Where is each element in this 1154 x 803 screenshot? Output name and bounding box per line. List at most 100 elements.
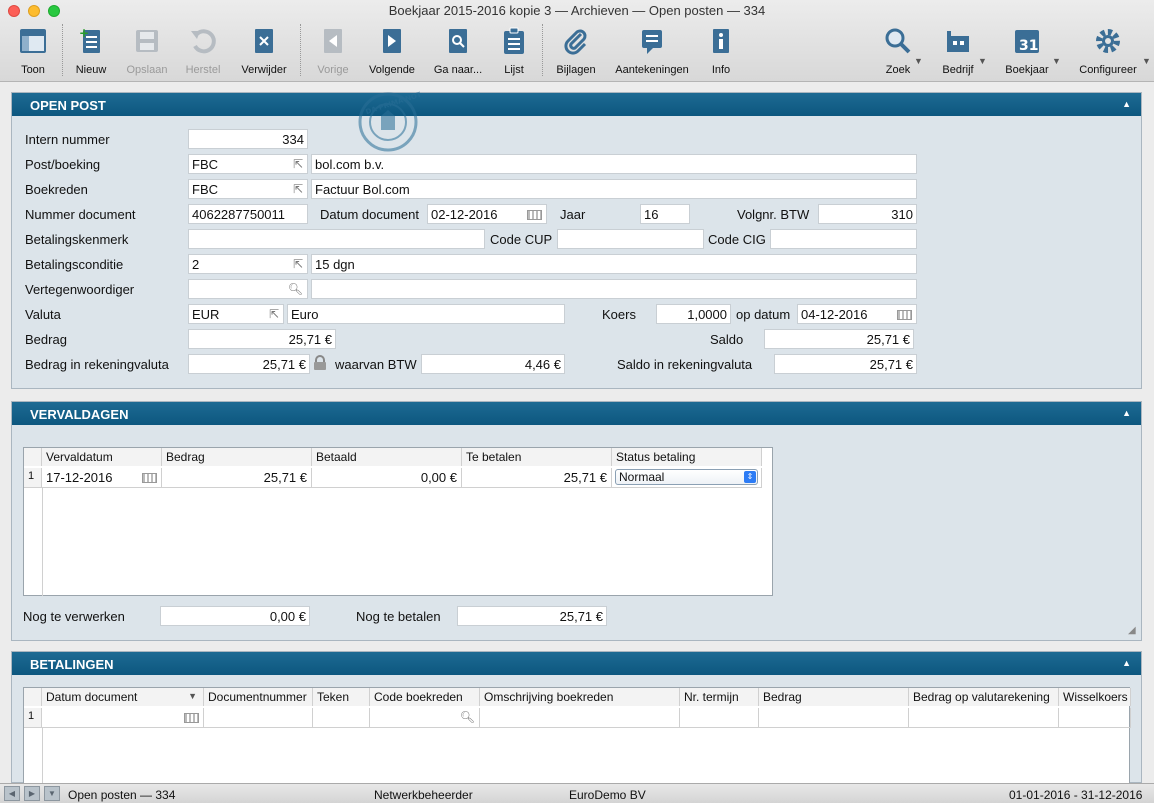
record-menu-icon[interactable]: ▼	[44, 786, 60, 801]
status-betaling-cell[interactable]: Normaal ⇕	[612, 468, 762, 488]
bijlagen-button[interactable]: Bijlagen	[552, 22, 600, 78]
code-cig-field[interactable]	[770, 229, 917, 249]
collapse-icon[interactable]: ▲	[1122, 658, 1131, 668]
betalingskenmerk-field[interactable]	[188, 229, 485, 249]
betalingsconditie-code-field[interactable]: 2 ⇱	[188, 254, 308, 274]
calendar-icon[interactable]	[184, 713, 199, 723]
te-betalen-cell[interactable]: 25,71 €	[462, 468, 612, 488]
op-datum-field[interactable]: 04-12-2016	[797, 304, 917, 324]
column-header[interactable]: Te betalen	[462, 448, 612, 466]
betalingen-header[interactable]: BETALINGEN ▲	[12, 652, 1141, 675]
calendar-icon[interactable]	[527, 210, 542, 220]
nr-termijn-cell[interactable]	[680, 708, 759, 728]
column-header[interactable]: Vervaldatum	[42, 448, 162, 466]
betaald-cell[interactable]: 0,00 €	[312, 468, 462, 488]
column-header[interactable]: Bedrag	[162, 448, 312, 466]
bedrag-valutarekening-cell[interactable]	[909, 708, 1059, 728]
lijst-button[interactable]: Lijst	[494, 22, 534, 78]
column-header[interactable]: Datum document ▼	[42, 688, 204, 706]
toon-button[interactable]: Toon	[8, 22, 58, 78]
search-icon[interactable]: 🔍︎	[460, 710, 475, 724]
volgende-button[interactable]: Volgende	[364, 22, 420, 78]
waarvan-btw-field[interactable]: 4,46 €	[421, 354, 565, 374]
column-header[interactable]: Documentnummer	[204, 688, 313, 706]
resize-grip-icon[interactable]: ◢	[1128, 625, 1136, 636]
calendar-icon[interactable]	[897, 310, 912, 320]
zoek-button[interactable]: Zoek	[876, 22, 920, 78]
datum-document-field[interactable]: 02-12-2016	[427, 204, 547, 224]
herstel-button[interactable]: Herstel	[178, 22, 228, 78]
column-header[interactable]: Code boekreden	[370, 688, 480, 706]
boekjaar-button[interactable]: 31 Boekjaar	[1002, 22, 1052, 78]
next-record-icon[interactable]: ▶	[24, 786, 40, 801]
vertegenwoordiger-code-field[interactable]: 🔍︎	[188, 279, 308, 299]
lookup-arrow-icon[interactable]: ⇱	[293, 157, 303, 171]
column-header[interactable]: Betaald	[312, 448, 462, 466]
boekreden-code-field[interactable]: FBC ⇱	[188, 179, 308, 199]
post-code-field[interactable]: FBC ⇱	[188, 154, 308, 174]
bedrijf-dropdown-icon[interactable]: ▼	[978, 56, 987, 66]
nummer-document-field[interactable]: 4062287750011	[188, 204, 308, 224]
zoek-dropdown-icon[interactable]: ▼	[914, 56, 923, 66]
lookup-arrow-icon[interactable]: ⇱	[293, 182, 303, 196]
calendar-icon[interactable]	[142, 473, 157, 483]
vervaldagen-header[interactable]: VERVALDAGEN ▲	[12, 402, 1141, 425]
koers-field[interactable]: 1,0000	[656, 304, 731, 324]
nog-te-verwerken-field[interactable]: 0,00 €	[160, 606, 310, 626]
column-header[interactable]: Wisselkoers	[1059, 688, 1131, 706]
valuta-code-field[interactable]: EUR ⇱	[188, 304, 284, 324]
ga-naar-button[interactable]: Ga naar...	[430, 22, 486, 78]
teken-cell[interactable]	[313, 708, 370, 728]
valuta-name-field[interactable]: Euro	[287, 304, 565, 324]
column-header[interactable]: Omschrijving boekreden	[480, 688, 680, 706]
open-post-header[interactable]: OPEN POST ▲	[12, 93, 1141, 116]
lookup-arrow-icon[interactable]: ⇱	[269, 307, 279, 321]
bedrag-field[interactable]: 25,71 €	[188, 329, 336, 349]
boekjaar-dropdown-icon[interactable]: ▼	[1052, 56, 1061, 66]
volgnr-btw-field[interactable]: 310	[818, 204, 917, 224]
betalingsconditie-name-field[interactable]: 15 dgn	[311, 254, 917, 274]
search-icon[interactable]: 🔍︎	[288, 282, 303, 296]
info-button[interactable]: Info	[702, 22, 740, 78]
datum-document-cell[interactable]	[42, 708, 204, 728]
select-arrows-icon[interactable]: ⇕	[744, 471, 756, 483]
omschrijving-cell[interactable]	[480, 708, 680, 728]
opslaan-button[interactable]: Opslaan	[120, 22, 174, 78]
boekreden-name-field[interactable]: Factuur Bol.com	[311, 179, 917, 199]
verwijder-button[interactable]: Verwijder	[236, 22, 292, 78]
collapse-icon[interactable]: ▲	[1122, 99, 1131, 109]
saldo-rekeningvaluta-field[interactable]: 25,71 €	[774, 354, 917, 374]
status-select[interactable]: Normaal ⇕	[615, 469, 758, 485]
nieuw-button[interactable]: + Nieuw	[68, 22, 114, 78]
wisselkoers-cell[interactable]	[1059, 708, 1131, 728]
previous-record-icon[interactable]: ◀	[4, 786, 20, 801]
bedrag-rekeningvaluta-field[interactable]: 25,71 €	[188, 354, 310, 374]
lock-icon[interactable]	[313, 355, 327, 374]
bedrag-cell[interactable]: 25,71 €	[162, 468, 312, 488]
vervaldagen-table[interactable]: Vervaldatum Bedrag Betaald Te betalen St…	[23, 447, 773, 596]
vervaldatum-cell[interactable]: 17-12-2016	[42, 468, 162, 488]
code-cup-field[interactable]	[557, 229, 704, 249]
bedrijf-button[interactable]: Bedrijf	[936, 22, 980, 78]
bedrag-cell[interactable]	[759, 708, 909, 728]
lookup-arrow-icon[interactable]: ⇱	[293, 257, 303, 271]
sort-descending-icon[interactable]: ▼	[188, 691, 197, 701]
configureer-button[interactable]: Configureer	[1076, 22, 1140, 78]
column-header[interactable]: Bedrag op valutarekening	[909, 688, 1059, 706]
column-header[interactable]: Teken	[313, 688, 370, 706]
betalingen-table[interactable]: Datum document ▼ Documentnummer Teken Cod…	[23, 687, 1131, 784]
jaar-field[interactable]: 16	[640, 204, 690, 224]
aantekeningen-button[interactable]: Aantekeningen	[612, 22, 692, 78]
configureer-dropdown-icon[interactable]: ▼	[1142, 56, 1151, 66]
column-header[interactable]: Bedrag	[759, 688, 909, 706]
saldo-field[interactable]: 25,71 €	[764, 329, 914, 349]
documentnummer-cell[interactable]	[204, 708, 313, 728]
intern-nummer-field[interactable]: 334	[188, 129, 308, 149]
code-boekreden-cell[interactable]: 🔍︎	[370, 708, 480, 728]
column-header[interactable]: Nr. termijn	[680, 688, 759, 706]
column-header[interactable]: Status betaling	[612, 448, 762, 466]
collapse-icon[interactable]: ▲	[1122, 408, 1131, 418]
post-name-field[interactable]: bol.com b.v.	[311, 154, 917, 174]
vorige-button[interactable]: Vorige	[308, 22, 358, 78]
nog-te-betalen-field[interactable]: 25,71 €	[457, 606, 607, 626]
